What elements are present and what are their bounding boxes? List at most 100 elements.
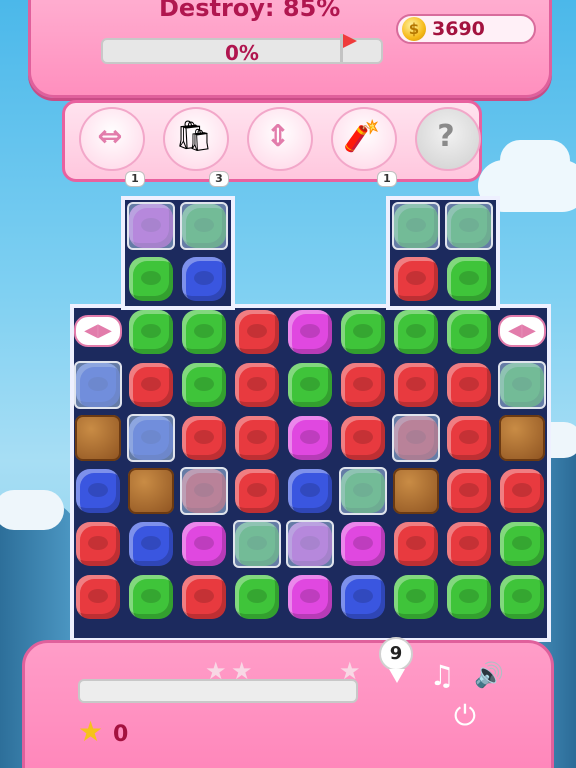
frozen-red-candy[interactable] xyxy=(178,465,228,515)
rock-block[interactable] xyxy=(496,412,546,462)
ice-overlay xyxy=(498,361,546,409)
frozen-blue-candy[interactable] xyxy=(125,412,175,462)
green-candy[interactable] xyxy=(496,571,546,621)
frozen-blue-candy[interactable] xyxy=(72,359,122,409)
frozen-pink-candy[interactable] xyxy=(284,518,334,568)
red-candy[interactable] xyxy=(390,359,440,409)
bear-face xyxy=(194,324,214,338)
green-candy[interactable] xyxy=(178,306,228,356)
bear-face xyxy=(459,536,479,550)
bear-face xyxy=(406,377,426,391)
green-candy[interactable] xyxy=(496,518,546,568)
booster-count-badge: 3 xyxy=(209,171,229,187)
frozen-green-candy[interactable] xyxy=(337,465,387,515)
red-candy[interactable] xyxy=(231,359,281,409)
red-candy[interactable] xyxy=(178,412,228,462)
red-bear-icon xyxy=(447,416,491,460)
blue-candy[interactable] xyxy=(284,465,334,515)
coin-counter[interactable]: $ 3690 xyxy=(396,14,536,44)
red-candy[interactable] xyxy=(72,518,122,568)
red-candy[interactable] xyxy=(231,306,281,356)
red-candy[interactable] xyxy=(72,571,122,621)
booster-dynamite-button[interactable]: 🧨 1 xyxy=(321,107,403,187)
green-candy[interactable] xyxy=(390,571,440,621)
frozen-red-candy[interactable] xyxy=(390,412,440,462)
bear-face xyxy=(459,271,479,285)
green-candy[interactable] xyxy=(337,306,387,356)
red-candy[interactable] xyxy=(443,412,493,462)
blue-candy[interactable] xyxy=(337,571,387,621)
red-bear-icon xyxy=(394,363,438,407)
coin-icon: $ xyxy=(402,17,426,41)
red-candy[interactable] xyxy=(125,359,175,409)
blue-candy[interactable] xyxy=(178,253,228,303)
green-candy[interactable] xyxy=(443,253,493,303)
pink-candy[interactable] xyxy=(284,412,334,462)
blue-candy[interactable] xyxy=(125,518,175,568)
ice-overlay xyxy=(127,414,175,462)
bear-face xyxy=(512,589,532,603)
red-candy[interactable] xyxy=(337,412,387,462)
pink-candy[interactable] xyxy=(284,306,334,356)
bear-face xyxy=(459,430,479,444)
red-candy[interactable] xyxy=(390,518,440,568)
booster-horizontal-arrows-button[interactable]: ⇔ 1 xyxy=(69,107,151,187)
red-candy[interactable] xyxy=(443,465,493,515)
green-candy[interactable] xyxy=(231,571,281,621)
rock-block[interactable] xyxy=(125,465,175,515)
stars-earned-value: 0 xyxy=(113,722,129,747)
frozen-pink-candy[interactable] xyxy=(125,200,175,250)
bear-face xyxy=(141,377,161,391)
green-candy[interactable] xyxy=(178,359,228,409)
green-candy[interactable] xyxy=(284,359,334,409)
score-star-2-icon: ★ xyxy=(231,657,253,685)
arrow-blocker: ◀▶ xyxy=(72,306,122,356)
green-candy[interactable] xyxy=(125,306,175,356)
green-bear-icon xyxy=(341,310,385,354)
pink-bear-icon xyxy=(288,310,332,354)
bear-face xyxy=(300,589,320,603)
frozen-green-candy[interactable] xyxy=(390,200,440,250)
green-candy[interactable] xyxy=(125,253,175,303)
red-candy[interactable] xyxy=(443,359,493,409)
rock-block[interactable] xyxy=(390,465,440,515)
pink-candy[interactable] xyxy=(284,571,334,621)
power-button-icon[interactable]: ⏻ xyxy=(445,699,485,733)
bear-face xyxy=(353,589,373,603)
red-bear-icon xyxy=(341,416,385,460)
red-candy[interactable] xyxy=(231,465,281,515)
red-candy[interactable] xyxy=(496,465,546,515)
frozen-green-candy[interactable] xyxy=(496,359,546,409)
frozen-green-candy[interactable] xyxy=(231,518,281,568)
sound-toggle-icon[interactable]: 🔊 xyxy=(469,661,509,689)
frozen-green-candy[interactable] xyxy=(178,200,228,250)
bear-face xyxy=(300,483,320,497)
green-candy[interactable] xyxy=(125,571,175,621)
bear-face xyxy=(141,589,161,603)
bear-face xyxy=(247,589,267,603)
red-candy[interactable] xyxy=(390,253,440,303)
coin-value: 3690 xyxy=(432,18,485,40)
red-candy[interactable] xyxy=(231,412,281,462)
booster-count-badge: 1 xyxy=(125,171,145,187)
red-candy[interactable] xyxy=(443,518,493,568)
red-candy[interactable] xyxy=(337,359,387,409)
green-candy[interactable] xyxy=(443,306,493,356)
rock-block[interactable] xyxy=(72,412,122,462)
music-toggle-icon[interactable]: ♫ xyxy=(425,659,459,692)
red-candy[interactable] xyxy=(178,571,228,621)
pink-candy[interactable] xyxy=(337,518,387,568)
booster-locked-button[interactable]: ? xyxy=(405,107,487,179)
red-bear-icon xyxy=(447,469,491,513)
blue-candy[interactable] xyxy=(72,465,122,515)
ice-overlay xyxy=(74,361,122,409)
booster-vertical-arrows-button[interactable]: ⇕ xyxy=(237,107,319,179)
frozen-green-candy[interactable] xyxy=(443,200,493,250)
pink-candy[interactable] xyxy=(178,518,228,568)
green-candy[interactable] xyxy=(443,571,493,621)
star-icon: ★ xyxy=(78,715,104,748)
green-candy[interactable] xyxy=(390,306,440,356)
booster-color-bag-button[interactable]: 🛍 3 xyxy=(153,107,235,187)
bear-face xyxy=(353,430,373,444)
red-bear-icon xyxy=(182,416,226,460)
